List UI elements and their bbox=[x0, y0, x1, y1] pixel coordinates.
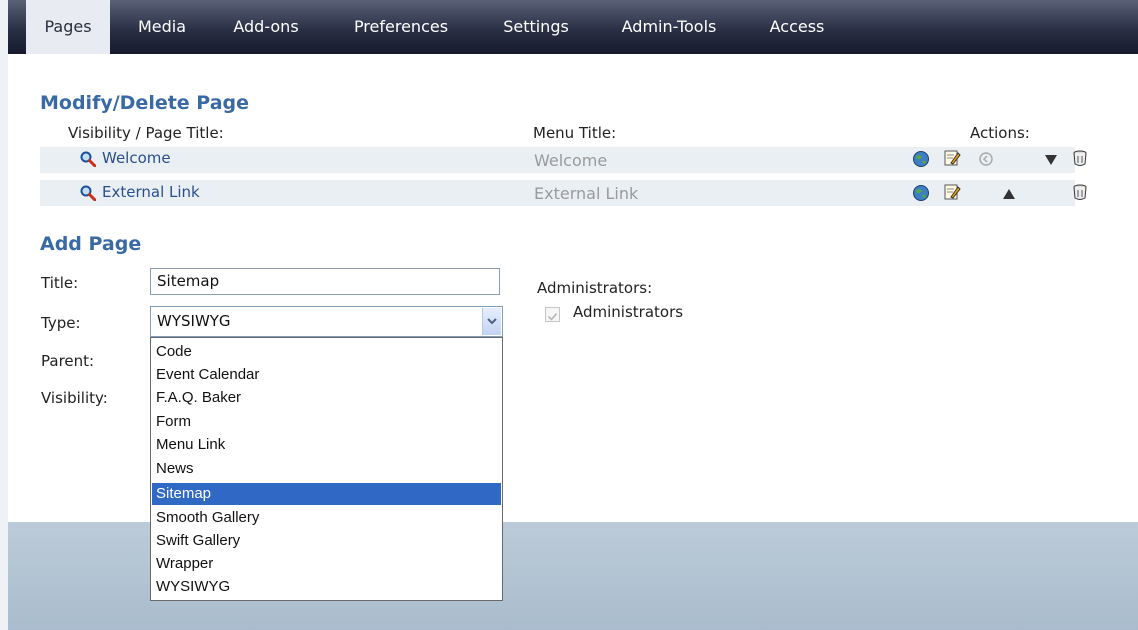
view-globe-icon[interactable] bbox=[912, 150, 930, 168]
dropdown-option-smooth-gallery[interactable]: Smooth Gallery bbox=[152, 507, 501, 529]
modify-section-title: Modify/Delete Page bbox=[40, 92, 250, 114]
tab-add-ons[interactable]: Add-ons bbox=[218, 0, 314, 54]
view-globe-icon[interactable] bbox=[912, 184, 930, 202]
administrators-checkbox[interactable] bbox=[545, 307, 560, 322]
dropdown-option-wrapper[interactable]: Wrapper bbox=[152, 553, 501, 575]
edit-icon[interactable] bbox=[943, 183, 961, 201]
magnifier-icon[interactable] bbox=[80, 185, 96, 201]
administrators-heading: Administrators: bbox=[537, 279, 653, 297]
add-page-section-title: Add Page bbox=[40, 233, 142, 255]
tab-preferences[interactable]: Preferences bbox=[336, 0, 466, 54]
tab-media[interactable]: Media bbox=[122, 0, 202, 54]
dropdown-option-event-calendar[interactable]: Event Calendar bbox=[152, 364, 501, 386]
dropdown-option-news[interactable]: News bbox=[152, 458, 501, 480]
delete-icon[interactable] bbox=[1071, 183, 1089, 201]
administrators-checkbox-label: Administrators bbox=[573, 303, 684, 321]
dropdown-option-swift-gallery[interactable]: Swift Gallery bbox=[152, 530, 501, 552]
col-header-page-title: Visibility / Page Title: bbox=[68, 124, 224, 142]
tab-pages[interactable]: Pages bbox=[26, 0, 110, 54]
dropdown-option-faq-baker[interactable]: F.A.Q. Baker bbox=[152, 387, 501, 409]
type-dropdown-list: Code Event Calendar F.A.Q. Baker Form Me… bbox=[150, 337, 503, 601]
magnifier-icon[interactable] bbox=[80, 151, 96, 167]
delete-icon[interactable] bbox=[1071, 149, 1089, 167]
move-down-icon[interactable] bbox=[1042, 151, 1060, 169]
dropdown-option-form[interactable]: Form bbox=[152, 411, 501, 433]
parent-label: Parent: bbox=[41, 352, 95, 370]
checkbox-icon bbox=[547, 312, 558, 321]
visibility-label: Visibility: bbox=[41, 389, 108, 407]
dropdown-option-code[interactable]: Code bbox=[152, 341, 501, 363]
restore-icon[interactable] bbox=[978, 151, 996, 169]
dropdown-arrow-button[interactable] bbox=[482, 308, 501, 335]
edit-icon[interactable] bbox=[943, 149, 961, 167]
tab-admin-tools[interactable]: Admin-Tools bbox=[604, 0, 734, 54]
page-title-link[interactable]: External Link bbox=[102, 183, 200, 201]
menu-title: Welcome bbox=[534, 151, 608, 170]
dropdown-option-wysiwyg[interactable]: WYSIWYG bbox=[152, 576, 501, 598]
col-header-actions: Actions: bbox=[970, 124, 1030, 142]
dropdown-arrow-icon bbox=[487, 318, 497, 325]
type-select[interactable]: WYSIWYG bbox=[150, 306, 503, 337]
tab-access[interactable]: Access bbox=[754, 0, 840, 54]
type-select-value: WYSIWYG bbox=[157, 312, 231, 330]
col-header-menu-title: Menu Title: bbox=[533, 124, 617, 142]
type-label: Type: bbox=[41, 314, 81, 332]
title-input[interactable]: Sitemap bbox=[150, 268, 500, 295]
page-title-link[interactable]: Welcome bbox=[102, 149, 171, 167]
menu-title: External Link bbox=[534, 184, 639, 203]
move-up-icon[interactable] bbox=[1000, 185, 1018, 203]
dropdown-option-sitemap[interactable]: Sitemap bbox=[152, 483, 501, 505]
title-label: Title: bbox=[41, 274, 79, 292]
dropdown-option-menu-link[interactable]: Menu Link bbox=[152, 434, 501, 456]
tab-settings[interactable]: Settings bbox=[488, 0, 584, 54]
